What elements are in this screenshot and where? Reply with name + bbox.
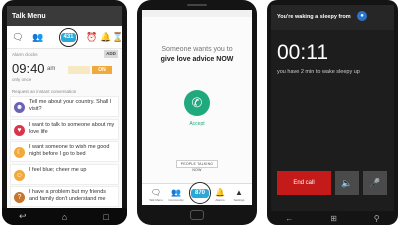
request-text: I feel blue; cheer me up <box>29 166 87 173</box>
recent-apps-icon[interactable]: □ <box>91 212 121 222</box>
add-alarm-button[interactable]: ADD <box>104 50 118 58</box>
end-call-button[interactable]: End call <box>277 171 331 195</box>
bottom-tab-bar: 🗨 Talk Menu 👥 Community 870 🔔 Alarms ▲ S… <box>142 182 252 205</box>
community-icon[interactable]: 👥 <box>168 188 184 198</box>
talk-menu-icon[interactable]: 🗨 <box>148 188 164 198</box>
list-item[interactable]: ? I have a problem but my friends and fa… <box>10 186 119 207</box>
smile-icon: ☺ <box>14 169 25 181</box>
phone-icon: ✆ <box>191 95 203 110</box>
call-header-text: You're waking a sleepy from <box>277 14 351 20</box>
alarm-section-label: Alarm clocks <box>12 52 38 57</box>
list-item[interactable]: ♥ I want to talk to someone about my lov… <box>10 118 119 140</box>
community-icon[interactable]: 👥 <box>31 31 45 43</box>
snooze-indicator <box>68 66 90 74</box>
tab-talk-menu[interactable]: Talk Menu <box>148 198 164 202</box>
android-nav-bar: ↩ ⌂ □ <box>2 208 127 225</box>
request-topic: give love advice NOW <box>160 56 234 63</box>
settings-icon[interactable]: ▲ <box>231 188 247 198</box>
speaker-grille <box>187 4 207 6</box>
people-talking-now-button[interactable]: PEOPLE TALKING NOW <box>176 160 218 172</box>
page-title: Talk Menu <box>12 13 46 20</box>
alarm-icon[interactable]: 🔔 <box>212 188 228 198</box>
request-text: I want to talk to someone about my love … <box>29 121 115 135</box>
count-badge[interactable]: 431 <box>61 33 76 42</box>
request-list: ☻ Tell me about your country. Shall I vi… <box>10 96 119 208</box>
globe-icon: ● <box>357 11 367 21</box>
tab-alarms[interactable]: Alarms <box>212 198 228 202</box>
microphone-icon: 🎤 <box>369 178 381 188</box>
request-section-label: Request an instant conversation <box>12 89 77 94</box>
list-item[interactable]: ☻ Tell me about your country. Shall I vi… <box>10 96 119 117</box>
home-icon[interactable]: ⌂ <box>49 212 79 222</box>
request-text: I have a problem but my friends and fami… <box>29 189 107 202</box>
call-screen: You're waking a sleepy from ● 00:11 you … <box>271 5 394 211</box>
list-item[interactable]: ☾ I want someone to wish me good night b… <box>10 141 119 162</box>
accept-label[interactable]: Accept <box>142 121 252 127</box>
call-header: You're waking a sleepy from ● <box>271 5 394 30</box>
alarm-ampm: am <box>47 66 56 72</box>
moon-icon: ☾ <box>14 147 25 158</box>
chat-icon[interactable]: 🗨 <box>11 31 25 43</box>
phone-1: Talk Menu 🗨 👥 431 ⏰ 🔔 ⌛ Alarm clocks ADD… <box>2 0 127 225</box>
list-item[interactable]: ☺ I feel blue; cheer me up <box>10 163 119 185</box>
search-icon[interactable]: ⚲ <box>374 214 380 223</box>
tab-community[interactable]: Community <box>168 198 184 202</box>
heart-icon: ♥ <box>14 124 25 136</box>
call-message: you have 2 min to wake sleepy up <box>277 69 360 75</box>
alarm-clock-icon[interactable]: ⏰ <box>85 31 99 43</box>
request-text: Tell me about your country. Shall I visi… <box>29 99 112 112</box>
hourglass-icon[interactable]: ⌛ <box>111 31 122 43</box>
app-bar: Talk Menu <box>7 6 122 26</box>
status-bar <box>142 10 252 17</box>
phone-2: Someone wants you to give love advice NO… <box>137 0 257 225</box>
back-icon[interactable]: ← <box>285 214 293 223</box>
tab-bar: 🗨 👥 431 ⏰ 🔔 ⌛ <box>7 26 122 49</box>
call-timer: 00:11 <box>277 41 328 64</box>
accept-call-button[interactable]: ✆ <box>184 90 210 116</box>
mute-button[interactable]: 🎤 <box>363 171 387 195</box>
incoming-request-screen: Someone wants you to give love advice NO… <box>142 10 252 205</box>
back-icon[interactable]: ↩ <box>8 211 38 222</box>
phone-3: You're waking a sleepy from ● 00:11 you … <box>267 0 398 225</box>
alarm-time[interactable]: 09:40 <box>12 61 45 76</box>
home-button[interactable] <box>190 210 204 220</box>
windows-icon[interactable]: ⊞ <box>330 214 337 223</box>
count-badge[interactable]: 870 <box>191 189 209 198</box>
tab-settings[interactable]: Settings <box>231 198 247 202</box>
speaker-icon: 🔈 <box>341 178 353 188</box>
request-text: I want someone to wish me good night bef… <box>29 144 110 157</box>
request-intro: Someone wants you to <box>161 46 233 53</box>
alarm-toggle[interactable]: ON <box>92 66 112 74</box>
alarm-repeat: only once <box>12 77 32 82</box>
speaker-button[interactable]: 🔈 <box>335 171 359 195</box>
talk-menu-screen: Talk Menu 🗨 👥 431 ⏰ 🔔 ⌛ Alarm clocks ADD… <box>7 6 122 208</box>
windows-nav-bar: ← ⊞ ⚲ <box>267 211 398 225</box>
help-icon: ? <box>14 192 25 203</box>
person-icon: ☻ <box>14 102 25 113</box>
